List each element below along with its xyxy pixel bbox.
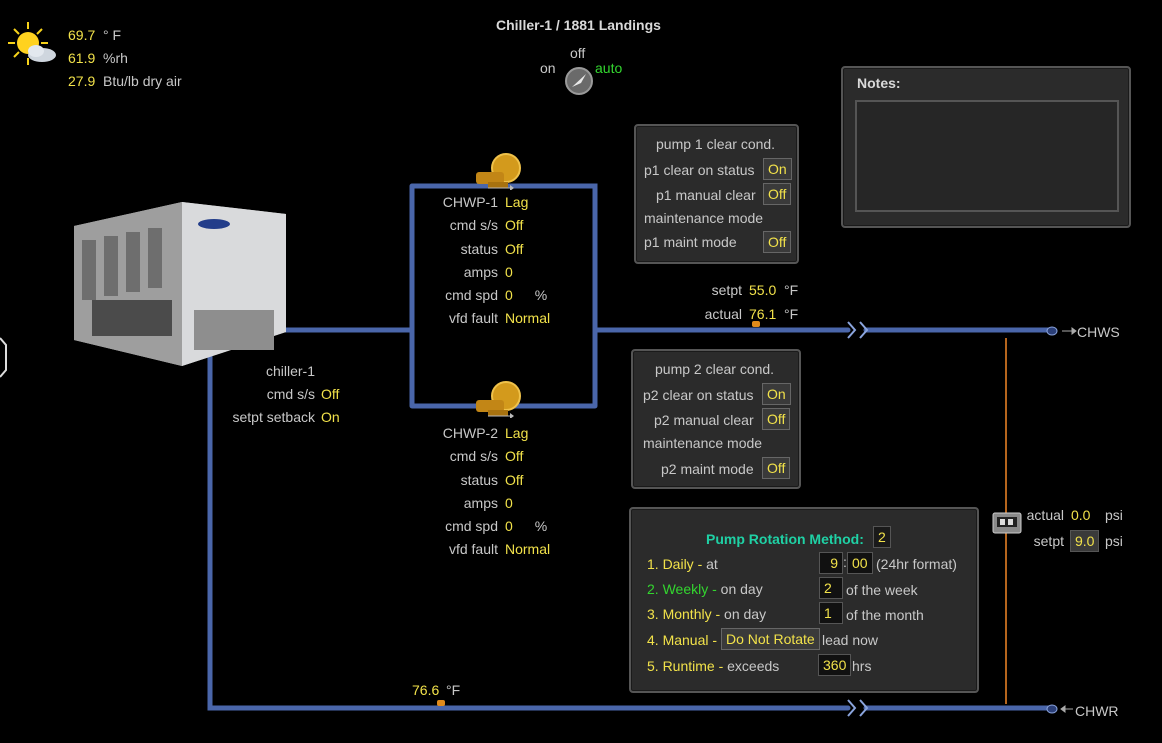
pump-2-clear-panel: pump 2 clear cond. p2 clear on status On… [631, 349, 801, 489]
pump-1-status: Off [505, 240, 524, 257]
pump-1-icon[interactable] [474, 152, 524, 191]
weather-readout: 69.7 ° F 61.9 %rh 27.9 Btu/lb dry air [68, 27, 182, 89]
dp-setpoint[interactable]: 9.0 [1070, 530, 1100, 552]
pump-1-clear-title: pump 1 clear cond. [656, 136, 776, 152]
page-title: Chiller-1 / 1881 Landings [496, 17, 661, 33]
supply-actual-temp: 76.1 [749, 306, 777, 322]
pump-2-labels: CHWP-2 cmd s/s status amps cmd spd vfd f… [398, 422, 498, 562]
rotation-method-input[interactable]: 2 [873, 526, 891, 548]
pump-rotation-panel: Pump Rotation Method: 2 1. Daily - at 9 … [629, 507, 979, 693]
mode-on-label: on [540, 60, 556, 76]
pump-2-cmd[interactable]: Off [505, 445, 550, 468]
pump-1-vfd-fault: Normal [505, 310, 551, 327]
chiller-setback-value[interactable]: On [321, 406, 340, 429]
pump-1-values: Lag Off Off 0 0% Normal [505, 191, 550, 331]
pump-1-clear-panel: pump 1 clear cond. p1 clear on status On… [634, 124, 799, 264]
pump-2-icon[interactable] [474, 380, 524, 419]
chwr-label: CHWR [1075, 703, 1119, 719]
pump-1-name: CHWP-1 [442, 194, 498, 210]
pump-1-role: Lag [505, 194, 529, 210]
chiller-image[interactable] [74, 200, 286, 366]
pump-1-cmd[interactable]: Off [505, 214, 550, 237]
pump-2-clear-title: pump 2 clear cond. [655, 361, 775, 377]
mode-off-label: off [570, 45, 586, 61]
runtime-hours-input[interactable]: 360 [818, 654, 852, 676]
pump-2-vfd-fault: Normal [505, 541, 551, 558]
pump-2-values: Lag Off Off 0 0% Normal [505, 422, 550, 562]
monthly-day-input[interactable]: 1 [819, 602, 843, 624]
weekly-day-input[interactable]: 2 [819, 577, 843, 599]
p2-manual-clear-button[interactable]: Off [762, 408, 791, 430]
p2-clear-on-status-button[interactable]: On [762, 383, 791, 405]
mode-auto-label: auto [595, 60, 623, 76]
notes-label: Notes: [857, 75, 901, 91]
p1-manual-clear-button[interactable]: Off [763, 183, 792, 205]
pump-2-amps: 0 [505, 494, 513, 511]
outdoor-rh: 61.9 [68, 50, 96, 66]
pump-2-speed: 0 [505, 518, 513, 535]
outdoor-enthalpy: 27.9 [68, 73, 96, 89]
p1-clear-on-status-button[interactable]: On [763, 158, 792, 180]
do-not-rotate-button[interactable]: Do Not Rotate [721, 628, 820, 650]
mode-selector-knob[interactable] [564, 66, 594, 96]
chiller-cmd-value[interactable]: Off [321, 383, 340, 406]
pump-2-role: Lag [505, 425, 529, 441]
notes-panel: Notes: [841, 66, 1131, 228]
supply-setpoint[interactable]: 55.0 [749, 282, 776, 298]
sun-cloud-icon [6, 20, 58, 68]
chws-label: CHWS [1077, 324, 1120, 340]
dp-actual: 0.0 [1071, 507, 1091, 523]
notes-textarea[interactable] [855, 100, 1119, 212]
chiller-name: chiller-1 [265, 363, 315, 379]
outdoor-temp: 69.7 [68, 27, 96, 43]
pump-1-speed: 0 [505, 287, 513, 304]
daily-minute-input[interactable]: 00 [847, 552, 873, 574]
return-temp: 76.6 [412, 682, 440, 698]
pump-1-amps: 0 [505, 263, 513, 280]
pump-2-status: Off [505, 471, 524, 488]
daily-hour-input[interactable]: 9 [819, 552, 843, 574]
chiller-labels: chiller-1 cmd s/s setpt setback [200, 360, 316, 429]
rotation-title: Pump Rotation Method: [706, 531, 864, 547]
pump-1-labels: CHWP-1 cmd s/s status amps cmd spd vfd f… [398, 191, 498, 331]
p1-maint-mode-button[interactable]: Off [763, 231, 792, 253]
p2-maint-mode-button[interactable]: Off [762, 457, 791, 479]
pump-2-name: CHWP-2 [442, 425, 498, 441]
chiller-values: Off On [321, 383, 340, 429]
